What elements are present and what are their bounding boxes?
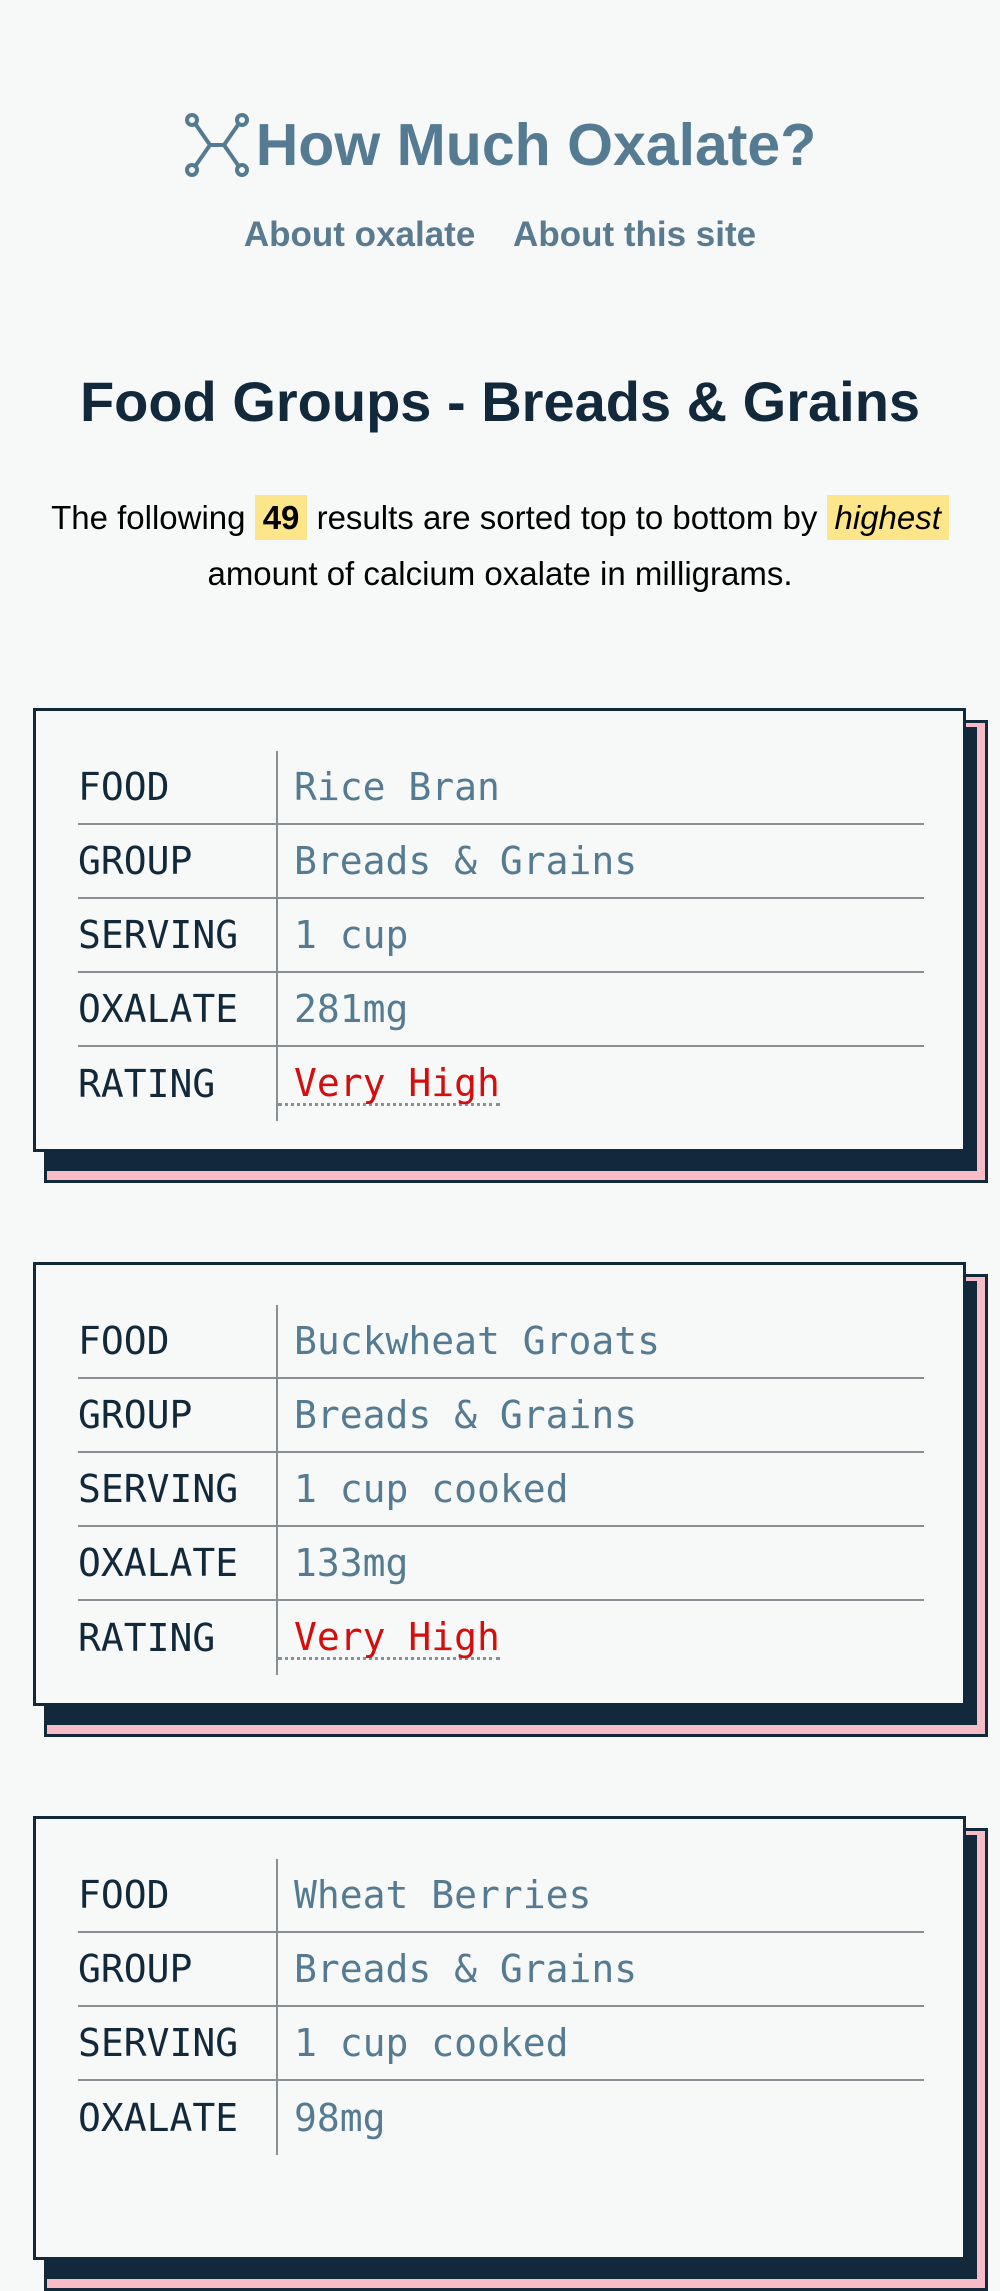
result-count-badge: 49	[254, 495, 308, 540]
row-serving: SERVING 1 cup cooked	[78, 2007, 924, 2081]
food-details-table: FOOD Buckwheat Groats GROUP Breads & Gra…	[78, 1305, 924, 1675]
nav-link-about-site[interactable]: About this site	[513, 215, 756, 254]
row-oxalate: OXALATE 281mg	[78, 973, 924, 1047]
oxalate-label: OXALATE	[78, 2081, 278, 2155]
intro-text-middle: results are sorted top to bottom by	[316, 499, 818, 536]
row-food: FOOD Buckwheat Groats	[78, 1305, 924, 1379]
serving-label: SERVING	[78, 899, 278, 971]
row-rating: RATING Very High	[78, 1047, 924, 1121]
food-label: FOOD	[78, 751, 278, 823]
group-label: GROUP	[78, 1379, 278, 1451]
sort-order-highlight: highest	[826, 495, 949, 540]
group-value: Breads & Grains	[294, 1393, 638, 1437]
food-card: FOOD Buckwheat Groats GROUP Breads & Gra…	[33, 1262, 974, 1719]
food-label: FOOD	[78, 1859, 278, 1931]
serving-label: SERVING	[78, 1453, 278, 1525]
food-value: Rice Bran	[294, 765, 500, 809]
row-food: FOOD Rice Bran	[78, 751, 924, 825]
site-header: How Much Oxalate?	[0, 100, 1000, 190]
oxalate-value: 281mg	[294, 987, 409, 1031]
group-value: Breads & Grains	[294, 839, 638, 883]
food-card: FOOD Rice Bran GROUP Breads & Grains SER…	[33, 708, 974, 1165]
rating-label: RATING	[78, 1047, 278, 1121]
row-food: FOOD Wheat Berries	[78, 1859, 924, 1933]
row-oxalate: OXALATE 133mg	[78, 1527, 924, 1601]
row-group: GROUP Breads & Grains	[78, 1379, 924, 1453]
row-group: GROUP Breads & Grains	[78, 825, 924, 899]
intro-text-before: The following	[51, 499, 246, 536]
rating-label: RATING	[78, 1601, 278, 1675]
food-card: FOOD Wheat Berries GROUP Breads & Grains…	[33, 1816, 974, 2273]
food-value: Buckwheat Groats	[294, 1319, 661, 1363]
nav-link-about-oxalate[interactable]: About oxalate	[244, 215, 475, 254]
row-group: GROUP Breads & Grains	[78, 1933, 924, 2007]
serving-label: SERVING	[78, 2007, 278, 2079]
row-serving: SERVING 1 cup cooked	[78, 1453, 924, 1527]
serving-value: 1 cup cooked	[294, 1467, 569, 1511]
page-title: Food Groups - Breads & Grains	[79, 370, 921, 433]
group-label: GROUP	[78, 1933, 278, 2005]
group-label: GROUP	[78, 825, 278, 897]
food-value: Wheat Berries	[294, 1873, 592, 1917]
food-details-table: FOOD Rice Bran GROUP Breads & Grains SER…	[78, 751, 924, 1121]
serving-value: 1 cup	[294, 913, 409, 957]
site-logo-link[interactable]: How Much Oxalate?	[184, 100, 817, 190]
food-details-table: FOOD Wheat Berries GROUP Breads & Grains…	[78, 1859, 924, 2155]
rating-value[interactable]: Very High	[278, 1617, 500, 1660]
results-intro: The following 49 results are sorted top …	[40, 490, 960, 602]
row-serving: SERVING 1 cup	[78, 899, 924, 973]
row-rating: RATING Very High	[78, 1601, 924, 1675]
oxalate-label: OXALATE	[78, 1527, 278, 1599]
molecule-icon	[184, 112, 250, 178]
rating-value[interactable]: Very High	[278, 1063, 500, 1106]
serving-value: 1 cup cooked	[294, 2021, 569, 2065]
oxalate-value: 133mg	[294, 1541, 409, 1585]
main-nav: About oxalate About this site	[0, 215, 1000, 255]
group-value: Breads & Grains	[294, 1947, 638, 1991]
oxalate-value: 98mg	[294, 2096, 386, 2140]
food-label: FOOD	[78, 1305, 278, 1377]
row-oxalate: OXALATE 98mg	[78, 2081, 924, 2155]
intro-text-after: amount of calcium oxalate in milligrams.	[207, 555, 793, 592]
oxalate-label: OXALATE	[78, 973, 278, 1045]
site-title: How Much Oxalate?	[255, 112, 817, 178]
